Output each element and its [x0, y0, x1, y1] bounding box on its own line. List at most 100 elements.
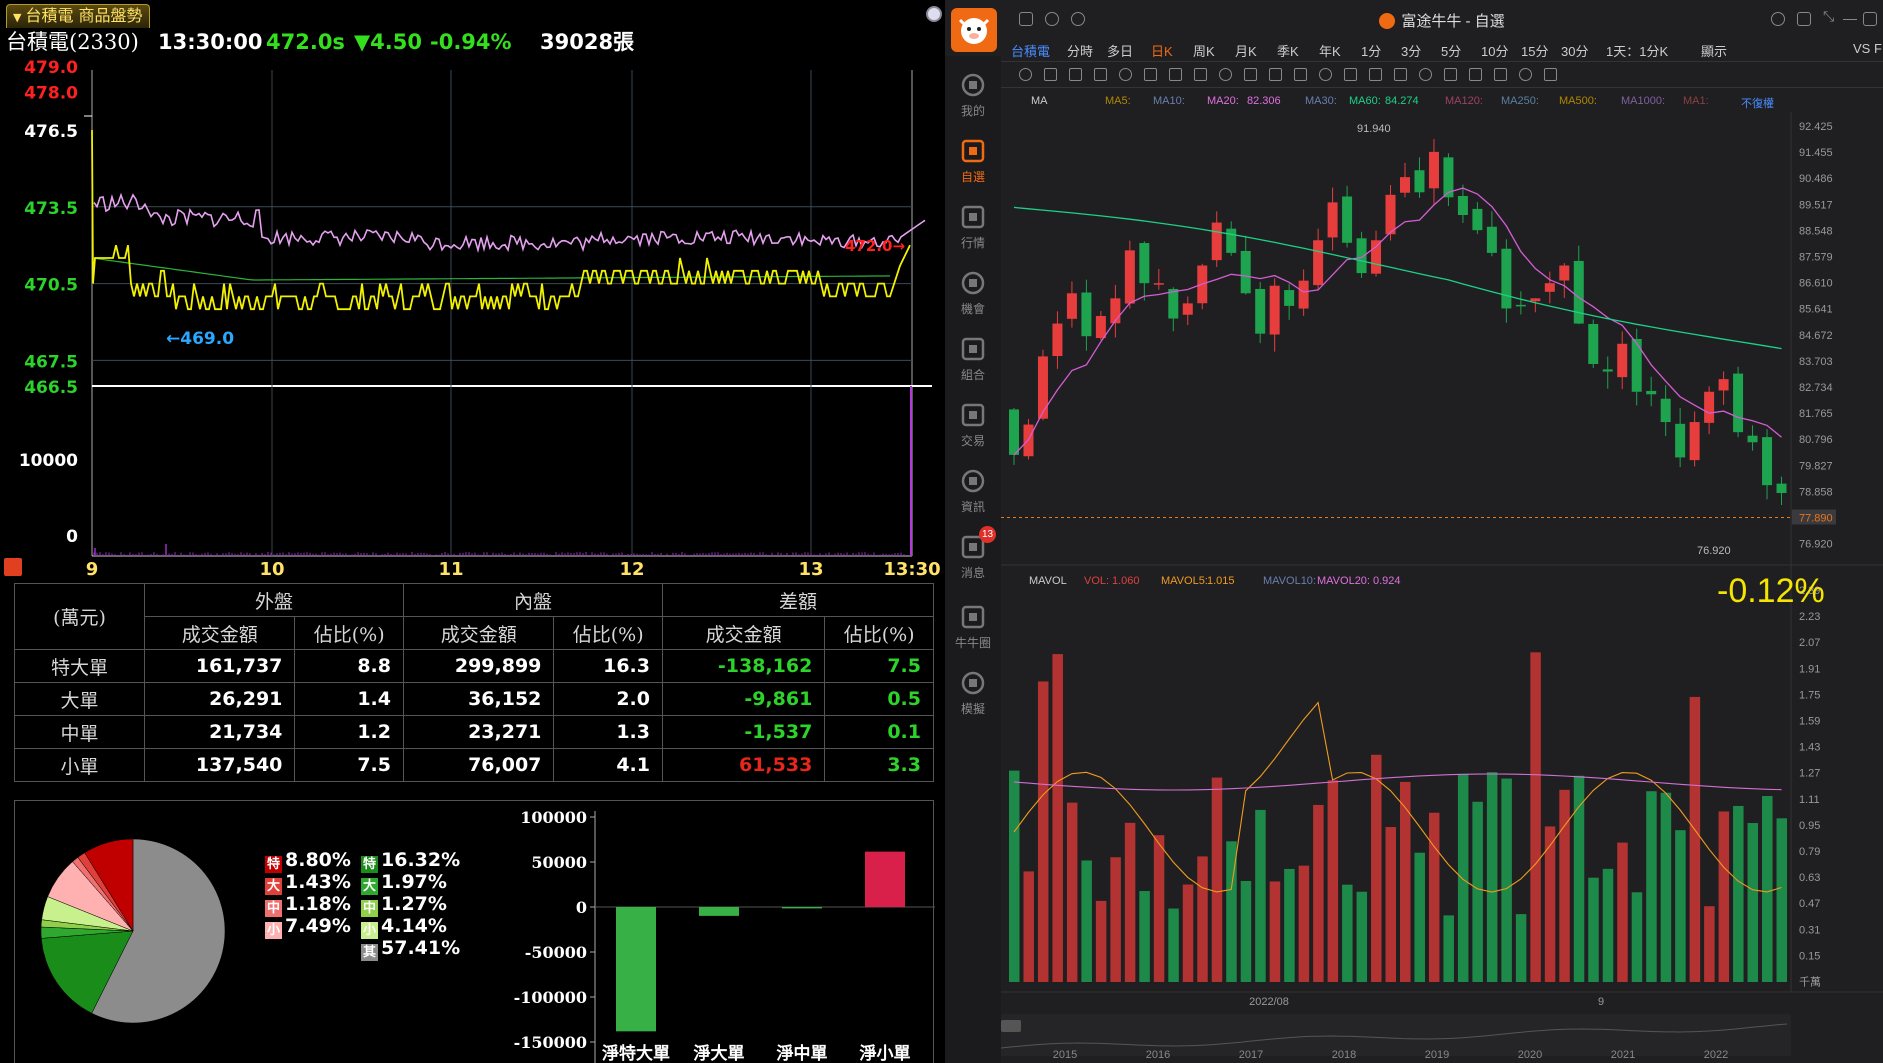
period-tab[interactable]: 多日 [1107, 41, 1133, 60]
sidebar-label: 交易 [960, 434, 985, 448]
ma-label[interactable]: MA1: [1683, 95, 1709, 107]
candle [1182, 303, 1193, 315]
minimize-icon[interactable] [1843, 12, 1857, 20]
volume-bar [1486, 772, 1498, 982]
volume-bar [1602, 868, 1614, 982]
pie-legend-row: 中 1.18% 中 1.27% [265, 893, 460, 917]
volume-bar [1747, 823, 1759, 982]
candle [1298, 280, 1309, 309]
ma-label[interactable]: 84.274 [1385, 95, 1419, 107]
period-tab[interactable]: 10分 [1481, 41, 1508, 60]
ma-label[interactable]: MA5: [1105, 95, 1131, 107]
draw-tool-icon[interactable] [1169, 68, 1182, 81]
candle [1631, 338, 1642, 392]
draw-tool-icon[interactable] [1394, 68, 1407, 81]
period-tab[interactable]: 15分 [1521, 41, 1548, 60]
sidebar-item-opportunity[interactable]: 機會 [945, 262, 1001, 326]
period-tab[interactable]: 1分 [1361, 41, 1381, 60]
draw-tool-icon[interactable] [1069, 68, 1082, 81]
draw-tool-icon[interactable] [1419, 68, 1432, 81]
draw-tool-icon[interactable] [1219, 68, 1232, 81]
quote-tab[interactable]: ▼ 台積電 商品盤勢 [6, 4, 150, 28]
draw-tool-icon[interactable] [1444, 68, 1457, 81]
volume-bar [1588, 877, 1599, 982]
sidebar-item-message[interactable]: 消息 13 [945, 526, 1001, 590]
draw-tool-icon[interactable] [1344, 68, 1357, 81]
volume-bar [1631, 892, 1643, 982]
intraday-chart[interactable]: 9 10 11 12 13 13:30 479.0 478.0 476.5 473.5 470.5 4… [0, 56, 945, 581]
period-tab[interactable]: 周K [1193, 41, 1215, 60]
ma-label[interactable]: MA500: [1559, 95, 1597, 107]
ma-label[interactable]: MA10: [1153, 95, 1185, 107]
ma-label[interactable]: MA [1031, 95, 1048, 107]
legend-value: 7.49% [285, 915, 351, 937]
volume-tick: 1.27 [1799, 768, 1820, 780]
net-category-label: 淨中單 [777, 1043, 828, 1063]
ma-label[interactable]: MA20: [1207, 95, 1239, 107]
net-category-label: 淨特大單 [602, 1043, 670, 1063]
draw-tool-icon[interactable] [1294, 68, 1307, 81]
period-tab[interactable]: 1天：1分K [1606, 41, 1668, 60]
sidebar-item-trade[interactable]: 交易 [945, 394, 1001, 458]
volume-bar [1457, 773, 1469, 982]
period-tab[interactable]: 5分 [1441, 41, 1461, 60]
ma-label[interactable]: MA120: [1445, 95, 1483, 107]
draw-tool-icon[interactable] [1319, 68, 1332, 81]
draw-tool-icon[interactable] [1144, 68, 1157, 81]
sub-header: 成交金額 [143, 616, 296, 650]
price-tick: 90.486 [1799, 173, 1833, 185]
maximize-icon[interactable] [1863, 12, 1877, 26]
draw-tool-icon[interactable] [1494, 68, 1507, 81]
sidebar-item-simulate[interactable]: 模擬 [945, 662, 1001, 726]
outer-pct: 8.8 [294, 649, 404, 683]
period-tab[interactable]: 30分 [1561, 41, 1588, 60]
futu-window: 我的 自選 行情 機會 組合 交易 資訊 消息 13 牛牛圈 模擬 富途牛牛 - 自選 ⤡ 台積電分… [945, 0, 1883, 1063]
restore-icon[interactable]: ⤡ [1823, 8, 1837, 24]
period-tab[interactable]: 日K [1151, 41, 1173, 60]
candle [1414, 170, 1425, 193]
ma-label[interactable]: MA60: [1349, 95, 1381, 107]
price-tick: 85.641 [1799, 304, 1833, 316]
futu-logo[interactable] [951, 8, 997, 52]
sidebar-item-watchlist[interactable]: 自選 [945, 130, 1001, 194]
sidebar-item-news[interactable]: 資訊 [945, 460, 1001, 524]
draw-tool-icon[interactable] [1544, 68, 1557, 81]
volume-tick: 1.75 [1799, 689, 1820, 701]
ma-label[interactable]: 82.306 [1247, 95, 1281, 107]
magnifier-icon[interactable] [926, 6, 942, 22]
ma-label[interactable]: MA1000: [1621, 95, 1665, 107]
ma-label[interactable]: 不復權 [1741, 95, 1774, 111]
headset-icon[interactable] [1771, 12, 1785, 26]
compare-button[interactable]: VS F [1853, 41, 1882, 56]
period-tab[interactable]: 3分 [1401, 41, 1421, 60]
sidebar-label: 自選 [960, 170, 985, 184]
period-tab[interactable]: 年K [1319, 41, 1341, 60]
sidebar-item-user[interactable]: 我的 [945, 64, 1001, 128]
symbol-tab[interactable]: 台積電 [1011, 41, 1050, 60]
period-tab[interactable]: 月K [1235, 41, 1257, 60]
price-tick: 78.858 [1799, 486, 1833, 498]
draw-tool-icon[interactable] [1194, 68, 1207, 81]
shirt-icon[interactable] [1797, 12, 1811, 26]
draw-tool-icon[interactable] [1019, 68, 1032, 81]
period-tab[interactable]: 分時 [1067, 41, 1093, 60]
ma-label[interactable]: MA250: [1501, 95, 1539, 107]
draw-tool-icon[interactable] [1469, 68, 1482, 81]
ma-label[interactable]: MA30: [1305, 95, 1337, 107]
draw-tool-icon[interactable] [1119, 68, 1132, 81]
draw-tool-icon[interactable] [1094, 68, 1107, 81]
sidebar-item-market[interactable]: 行情 [945, 196, 1001, 260]
draw-tool-icon[interactable] [1044, 68, 1057, 81]
price-axis-label: 479.0 [24, 58, 78, 78]
draw-tool-icon[interactable] [1244, 68, 1257, 81]
draw-tool-icon[interactable] [1369, 68, 1382, 81]
period-tab[interactable]: 季K [1277, 41, 1299, 60]
sidebar-item-portfolio[interactable]: 組合 [945, 328, 1001, 392]
draw-tool-icon[interactable] [1269, 68, 1282, 81]
period-tab[interactable]: 顯示 [1701, 41, 1727, 60]
volume-bar [1660, 792, 1672, 982]
draw-tool-icon[interactable] [1519, 68, 1532, 81]
sidebar-item-community[interactable]: 牛牛圈 [945, 596, 1001, 660]
app-icon [1379, 13, 1396, 29]
sub-header: 佔比(%) [824, 616, 934, 650]
